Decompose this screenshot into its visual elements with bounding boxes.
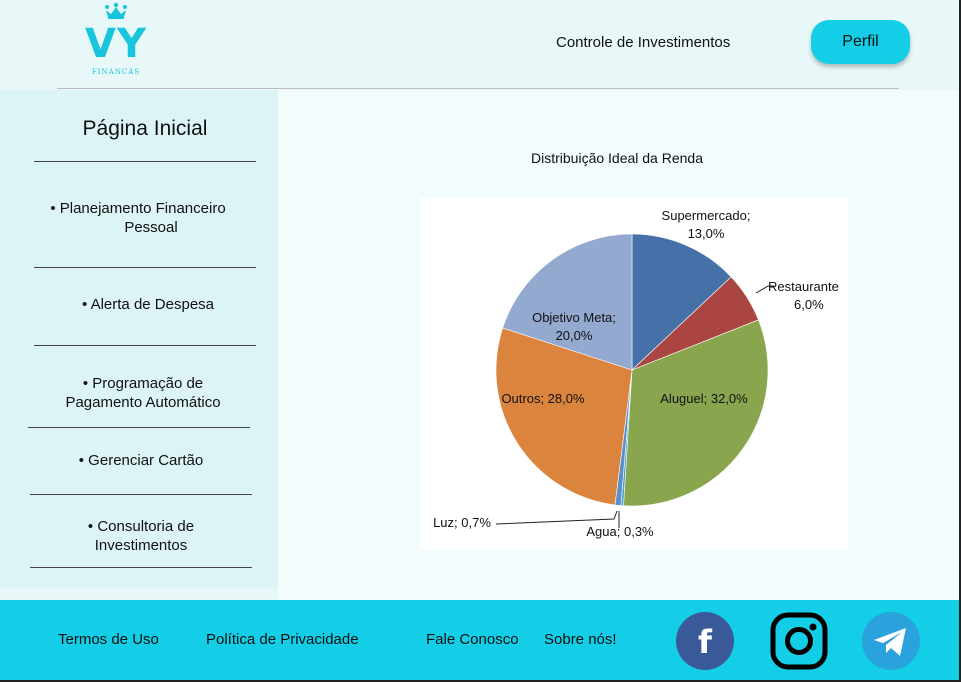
sidebar-item-cartao[interactable]: • Gerenciar Cartão [30,451,252,470]
header: VY FINANCAS Controle de Investimentos Pe… [0,0,961,90]
footer-link-termos[interactable]: Termos de Uso [58,631,159,648]
telegram-icon[interactable] [862,612,920,670]
footer-link-contato[interactable]: Fale Conosco [426,631,519,648]
footer-link-privacidade[interactable]: Política de Privacidade [206,631,359,648]
header-divider [57,88,899,89]
chart-title: Distribuição Ideal da Renda [531,150,703,166]
slice-label-luz: Luz; 0,7% [433,515,491,530]
footer: Termos de Uso Política de Privacidade Fa… [0,600,961,682]
sidebar-divider [28,427,250,428]
pie-chart: Supermercado; 13,0% Restaurante 6,0% Alu… [420,198,848,550]
sidebar-item-label: • Planejamento Financeiro [50,200,226,217]
sidebar-item-alerta[interactable]: • Alerta de Despesa [30,295,266,314]
facebook-icon[interactable]: f [676,612,734,670]
svg-text:f: f [698,623,713,661]
sidebar-divider [30,567,252,568]
instagram-icon[interactable] [770,612,828,670]
slice-label-pct: 20,0% [555,328,593,343]
sidebar-item-planejamento[interactable]: • Planejamento Financeiro Pessoal [30,199,246,237]
logo[interactable]: VY FINANCAS [84,2,148,78]
sidebar-item-label: Pagamento Automático [65,394,221,411]
sidebar-item-label: • Alerta de Despesa [82,296,214,313]
logo-subtext: FINANCAS [91,68,141,76]
slice-label-supermercado: Supermercado; 13,0% [646,207,766,243]
footer-link-sobre[interactable]: Sobre nós! [544,631,617,648]
sidebar-divider [34,161,256,162]
sidebar-item-label: • Gerenciar Cartão [78,452,204,469]
slice-label-agua: Agua; 0,3% [586,524,654,539]
header-title-link[interactable]: Controle de Investimentos [556,34,730,51]
sidebar-title[interactable]: Página Inicial [0,117,290,141]
slice-label-pct: 6,0% [794,297,824,312]
slice-label-objetivo: Objetivo Meta; 20,0% [514,309,634,345]
logo-text: VY [85,21,147,67]
slice-label-outros: Outros; 28,0% [501,391,585,406]
sidebar-divider [34,267,256,268]
slice-label-text: Restaurante [768,279,839,294]
slice-label-text: Objetivo Meta; [532,310,616,325]
slice-label-pct: 13,0% [687,226,725,241]
sidebar-item-label: Investimentos [94,537,188,554]
sidebar-divider [34,345,256,346]
crown-icon [105,2,127,19]
sidebar-item-consultoria[interactable]: • Consultoria de Investimentos [30,517,252,555]
slice-label-restaurante: Restaurante 6,0% [768,278,848,314]
sidebar-item-label: Pessoal [124,219,178,236]
slice-label-aluguel: Aluguel; 32,0% [660,391,748,406]
sidebar: Página Inicial • Planejamento Financeiro… [0,90,278,588]
sidebar-item-programacao[interactable]: • Programação de Pagamento Automático [30,374,256,412]
sidebar-item-label: • Consultoria de [87,518,195,535]
pie-chart-svg [495,233,774,528]
sidebar-item-label: • Programação de [82,375,204,392]
sidebar-divider [30,494,252,495]
slice-label-text: Supermercado; [661,208,751,223]
profile-button[interactable]: Perfil [811,20,910,64]
